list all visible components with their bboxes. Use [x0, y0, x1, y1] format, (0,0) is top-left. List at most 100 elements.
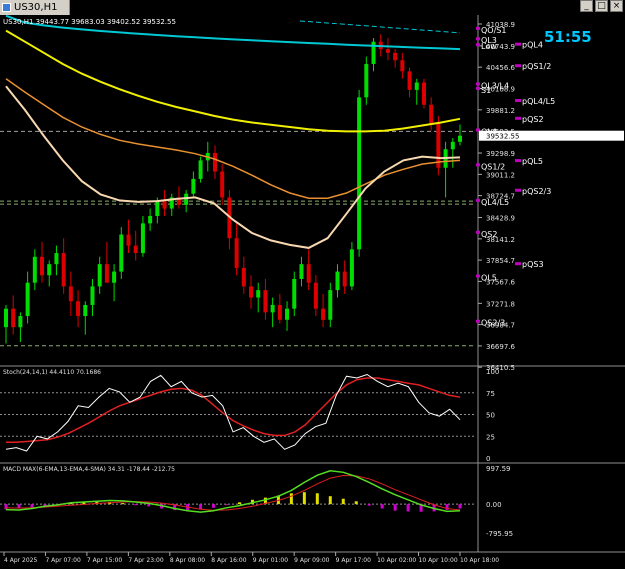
level-label: QO/S1	[481, 26, 506, 35]
level-label: S1	[481, 86, 491, 95]
candle-body	[263, 290, 268, 313]
level-marker	[476, 37, 480, 41]
price-tick-label: 40456.6	[486, 64, 515, 72]
macd-tick-label: 997.59	[486, 465, 511, 473]
candle-body	[421, 82, 426, 105]
candle-body	[119, 234, 124, 272]
macd-hist-bar	[341, 498, 345, 505]
macd-tick-label: -795.95	[486, 530, 513, 538]
candle-body	[90, 286, 95, 305]
macd-hist-bar	[134, 504, 138, 506]
candle-body	[335, 271, 340, 291]
stoch-tick-label: 0	[486, 455, 490, 463]
price-tick-label: 37271.8	[486, 300, 515, 308]
time-tick-label: 10 Apr 18:00	[460, 557, 499, 564]
candle-body	[4, 308, 8, 328]
candle-body	[436, 123, 441, 168]
price-tick-label: 37854.7	[486, 257, 515, 265]
stoch-main-line	[5, 373, 461, 452]
candle-body	[61, 253, 66, 287]
stoch-tick-label: 75	[486, 390, 495, 398]
level-marker	[515, 116, 521, 120]
candle-body	[97, 264, 102, 287]
chart-tab[interactable]: US30,H1	[0, 0, 70, 15]
macd-hist-bar	[393, 504, 397, 511]
candle-body	[285, 308, 290, 320]
candle-body	[198, 160, 203, 179]
macd-hist-bar	[212, 504, 216, 508]
level-label: pQL4/L5	[522, 97, 555, 106]
macd-hist-bar	[406, 504, 410, 512]
minimize-button[interactable]: _	[580, 0, 593, 12]
level-marker	[515, 64, 521, 68]
candle-body	[112, 271, 117, 283]
candle-body	[393, 52, 398, 61]
time-tick-label: 9 Apr 17:00	[336, 557, 371, 564]
ema-cyan-projection	[299, 20, 461, 34]
candle-body	[32, 256, 37, 283]
level-label: pQL4	[522, 41, 543, 50]
level-marker	[476, 86, 480, 90]
stoch-tick-label: 50	[486, 412, 495, 420]
level-label: QS1/2	[481, 162, 505, 171]
level-marker	[476, 163, 480, 167]
candle-body	[429, 104, 434, 124]
candle-body	[321, 308, 326, 320]
level-marker	[476, 43, 480, 47]
chart-canvas[interactable]: 41038.940743.940456.640168.939881.239593…	[0, 0, 625, 569]
level-marker	[515, 159, 521, 163]
level-label: QS2	[481, 230, 497, 239]
level-label: pQL5	[522, 157, 543, 166]
time-tick-label: 10 Apr 10:00	[419, 557, 458, 564]
price-tick-label: 39298.9	[486, 150, 515, 158]
candle-body	[148, 215, 153, 224]
candle-body	[292, 278, 297, 309]
candle-body	[407, 71, 412, 90]
candle-body	[313, 282, 318, 309]
time-tick-label: 7 Apr 15:00	[87, 557, 122, 564]
level-label: pQS2	[522, 115, 544, 124]
macd-hist-bar	[121, 503, 125, 505]
level-label: QL5	[481, 274, 497, 283]
candle-body	[155, 201, 160, 216]
candle-body	[47, 264, 52, 276]
level-label: Low	[481, 42, 497, 51]
candle-body	[299, 264, 304, 279]
stoch-tick-label: 100	[486, 368, 499, 376]
macd-hist-bar	[354, 501, 358, 505]
price-tick-label: 36697.6	[486, 343, 515, 351]
price-tick-label: 39881.2	[486, 107, 515, 115]
candle-body	[450, 141, 455, 150]
macd-main-line	[5, 470, 461, 513]
time-tick-label: 7 Apr 07:00	[45, 557, 80, 564]
candle-body	[68, 286, 73, 302]
candle-body	[400, 60, 405, 72]
stoch-signal-line	[6, 377, 461, 444]
level-marker	[476, 82, 480, 86]
candle-body	[357, 97, 362, 250]
time-tick-label: 7 Apr 23:00	[128, 557, 163, 564]
time-tick-label: 9 Apr 01:00	[253, 557, 288, 564]
level-marker	[515, 262, 521, 266]
candle-body	[162, 201, 167, 209]
candle-body	[306, 264, 311, 283]
macd-tick-label: 0.00	[486, 501, 502, 509]
maximize-button[interactable]: □	[595, 0, 608, 12]
candle-body	[140, 223, 145, 254]
level-label: pQS3	[522, 260, 544, 269]
level-label: QL4/L5	[481, 198, 509, 207]
candle-body	[270, 304, 275, 313]
time-tick-label: 8 Apr 08:00	[170, 557, 205, 564]
stoch-title: Stoch(24,14,1) 44.4110 70.1686	[3, 369, 101, 376]
price-tick-label: 38428.9	[486, 215, 515, 223]
macd-hist-bar	[380, 504, 384, 509]
close-button[interactable]: ×	[610, 0, 623, 12]
candle-body	[212, 152, 217, 172]
candle-body	[40, 256, 45, 276]
macd-title: MACD MAX(6-EMA,13-EMA,4-SMA) 34.31 -178.…	[3, 466, 175, 473]
level-marker	[515, 188, 521, 192]
candle-body	[184, 193, 189, 205]
candle-body	[277, 304, 282, 320]
candle-body	[191, 178, 196, 194]
macd-hist-bar	[147, 504, 151, 507]
